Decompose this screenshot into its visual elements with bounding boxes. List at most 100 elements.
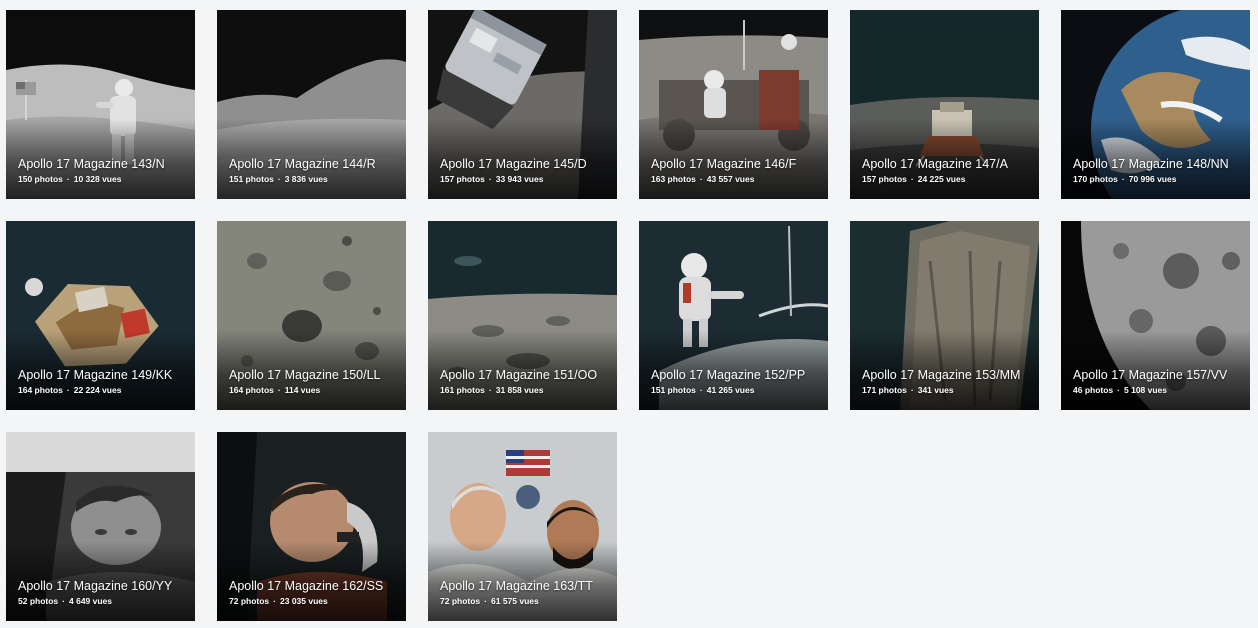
meta-separator: · bbox=[1121, 174, 1125, 184]
album-grid: Apollo 17 Magazine 143/N 150 photos · 10 3… bbox=[6, 10, 1250, 621]
album-caption: Apollo 17 Magazine 148/NN 170 photos · 70 … bbox=[1073, 157, 1244, 185]
album-meta: 171 photos · 341 vues bbox=[862, 385, 1033, 396]
album-caption: Apollo 17 Magazine 147/A 157 photos · 24 2… bbox=[862, 157, 1033, 185]
view-count: 3 836 vues bbox=[284, 174, 328, 184]
photo-count: 161 photos bbox=[440, 385, 485, 395]
album-caption: Apollo 17 Magazine 144/R 151 photos · 3 83… bbox=[229, 157, 400, 185]
view-count: 31 858 vues bbox=[495, 385, 544, 395]
album-meta: 46 photos · 5 108 vues bbox=[1073, 385, 1244, 396]
album-meta: 157 photos · 33 943 vues bbox=[440, 174, 611, 185]
photo-count: 164 photos bbox=[18, 385, 63, 395]
meta-separator: · bbox=[484, 596, 487, 606]
album-card[interactable]: Apollo 17 Magazine 148/NN 170 photos · 70 … bbox=[1061, 10, 1250, 199]
view-count: 341 vues bbox=[917, 385, 954, 395]
album-title[interactable]: Apollo 17 Magazine 163/TT bbox=[440, 579, 611, 594]
album-meta: 72 photos · 61 575 vues bbox=[440, 596, 611, 607]
album-meta: 150 photos · 10 328 vues bbox=[18, 174, 189, 185]
photo-count: 72 photos bbox=[229, 596, 270, 606]
album-title[interactable]: Apollo 17 Magazine 160/YY bbox=[18, 579, 189, 594]
photo-count: 163 photos bbox=[651, 174, 696, 184]
view-count: 10 328 vues bbox=[73, 174, 122, 184]
view-count: 24 225 vues bbox=[917, 174, 966, 184]
album-caption: Apollo 17 Magazine 146/F 163 photos · 43 5… bbox=[651, 157, 822, 185]
view-count: 4 649 vues bbox=[69, 596, 113, 606]
album-card[interactable]: Apollo 17 Magazine 146/F 163 photos · 43 5… bbox=[639, 10, 828, 199]
meta-separator: · bbox=[66, 385, 70, 395]
meta-separator: · bbox=[699, 385, 703, 395]
view-count: 5 108 vues bbox=[1124, 385, 1168, 395]
album-card[interactable]: Apollo 17 Magazine 144/R 151 photos · 3 83… bbox=[217, 10, 406, 199]
view-count: 33 943 vues bbox=[495, 174, 544, 184]
album-card[interactable]: Apollo 17 Magazine 157/VV 46 photos · 5 10… bbox=[1061, 221, 1250, 410]
album-card[interactable]: Apollo 17 Magazine 151/OO 161 photos · 31 … bbox=[428, 221, 617, 410]
album-card[interactable]: Apollo 17 Magazine 150/LL 164 photos · 114… bbox=[217, 221, 406, 410]
album-caption: Apollo 17 Magazine 149/KK 164 photos · 22 … bbox=[18, 368, 189, 396]
album-caption: Apollo 17 Magazine 153/MM 171 photos · 341… bbox=[862, 368, 1033, 396]
view-count: 61 575 vues bbox=[491, 596, 539, 606]
album-card[interactable]: Apollo 17 Magazine 160/YY 52 photos · 4 64… bbox=[6, 432, 195, 621]
album-meta: 170 photos · 70 996 vues bbox=[1073, 174, 1244, 185]
meta-separator: · bbox=[1117, 385, 1120, 395]
album-meta: 151 photos · 3 836 vues bbox=[229, 174, 400, 185]
album-card[interactable]: Apollo 17 Magazine 149/KK 164 photos · 22 … bbox=[6, 221, 195, 410]
photo-count: 171 photos bbox=[862, 385, 907, 395]
album-title[interactable]: Apollo 17 Magazine 150/LL bbox=[229, 368, 400, 383]
album-meta: 157 photos · 24 225 vues bbox=[862, 174, 1033, 185]
photo-count: 164 photos bbox=[229, 385, 274, 395]
album-caption: Apollo 17 Magazine 163/TT 72 photos · 61 5… bbox=[440, 579, 611, 607]
album-title[interactable]: Apollo 17 Magazine 145/D bbox=[440, 157, 611, 172]
album-meta: 151 photos · 41 265 vues bbox=[651, 385, 822, 396]
photo-count: 157 photos bbox=[862, 174, 907, 184]
album-title[interactable]: Apollo 17 Magazine 148/NN bbox=[1073, 157, 1244, 172]
album-caption: Apollo 17 Magazine 145/D 157 photos · 33 9… bbox=[440, 157, 611, 185]
album-caption: Apollo 17 Magazine 160/YY 52 photos · 4 64… bbox=[18, 579, 189, 607]
album-meta: 163 photos · 43 557 vues bbox=[651, 174, 822, 185]
photo-count: 150 photos bbox=[18, 174, 63, 184]
meta-separator: · bbox=[488, 174, 492, 184]
photo-count: 72 photos bbox=[440, 596, 481, 606]
meta-separator: · bbox=[277, 174, 281, 184]
album-title[interactable]: Apollo 17 Magazine 162/SS bbox=[229, 579, 400, 594]
album-title[interactable]: Apollo 17 Magazine 143/N bbox=[18, 157, 189, 172]
album-title[interactable]: Apollo 17 Magazine 153/MM bbox=[862, 368, 1033, 383]
album-meta: 161 photos · 31 858 vues bbox=[440, 385, 611, 396]
photo-count: 170 photos bbox=[1073, 174, 1118, 184]
album-card[interactable]: Apollo 17 Magazine 162/SS 72 photos · 23 0… bbox=[217, 432, 406, 621]
meta-separator: · bbox=[273, 596, 276, 606]
photo-count: 151 photos bbox=[651, 385, 696, 395]
album-caption: Apollo 17 Magazine 162/SS 72 photos · 23 0… bbox=[229, 579, 400, 607]
view-count: 23 035 vues bbox=[280, 596, 328, 606]
album-meta: 164 photos · 22 224 vues bbox=[18, 385, 189, 396]
album-caption: Apollo 17 Magazine 150/LL 164 photos · 114… bbox=[229, 368, 400, 396]
meta-separator: · bbox=[62, 596, 65, 606]
view-count: 41 265 vues bbox=[706, 385, 755, 395]
album-card[interactable]: Apollo 17 Magazine 147/A 157 photos · 24 2… bbox=[850, 10, 1039, 199]
photo-count: 151 photos bbox=[229, 174, 274, 184]
view-count: 114 vues bbox=[284, 385, 321, 395]
album-title[interactable]: Apollo 17 Magazine 151/OO bbox=[440, 368, 611, 383]
album-card[interactable]: Apollo 17 Magazine 145/D 157 photos · 33 9… bbox=[428, 10, 617, 199]
album-card[interactable]: Apollo 17 Magazine 153/MM 171 photos · 341… bbox=[850, 221, 1039, 410]
meta-separator: · bbox=[66, 174, 70, 184]
album-title[interactable]: Apollo 17 Magazine 144/R bbox=[229, 157, 400, 172]
album-title[interactable]: Apollo 17 Magazine 146/F bbox=[651, 157, 822, 172]
album-title[interactable]: Apollo 17 Magazine 157/VV bbox=[1073, 368, 1244, 383]
album-meta: 52 photos · 4 649 vues bbox=[18, 596, 189, 607]
album-card[interactable]: Apollo 17 Magazine 163/TT 72 photos · 61 5… bbox=[428, 432, 617, 621]
album-card[interactable]: Apollo 17 Magazine 143/N 150 photos · 10 3… bbox=[6, 10, 195, 199]
album-caption: Apollo 17 Magazine 152/PP 151 photos · 41 … bbox=[651, 368, 822, 396]
album-caption: Apollo 17 Magazine 151/OO 161 photos · 31 … bbox=[440, 368, 611, 396]
album-title[interactable]: Apollo 17 Magazine 152/PP bbox=[651, 368, 822, 383]
view-count: 43 557 vues bbox=[706, 174, 755, 184]
view-count: 70 996 vues bbox=[1128, 174, 1177, 184]
meta-separator: · bbox=[488, 385, 492, 395]
meta-separator: · bbox=[910, 385, 914, 395]
album-title[interactable]: Apollo 17 Magazine 149/KK bbox=[18, 368, 189, 383]
album-card[interactable]: Apollo 17 Magazine 152/PP 151 photos · 41 … bbox=[639, 221, 828, 410]
album-meta: 164 photos · 114 vues bbox=[229, 385, 400, 396]
album-title[interactable]: Apollo 17 Magazine 147/A bbox=[862, 157, 1033, 172]
album-meta: 72 photos · 23 035 vues bbox=[229, 596, 400, 607]
photo-count: 46 photos bbox=[1073, 385, 1114, 395]
meta-separator: · bbox=[699, 174, 703, 184]
photo-count: 157 photos bbox=[440, 174, 485, 184]
